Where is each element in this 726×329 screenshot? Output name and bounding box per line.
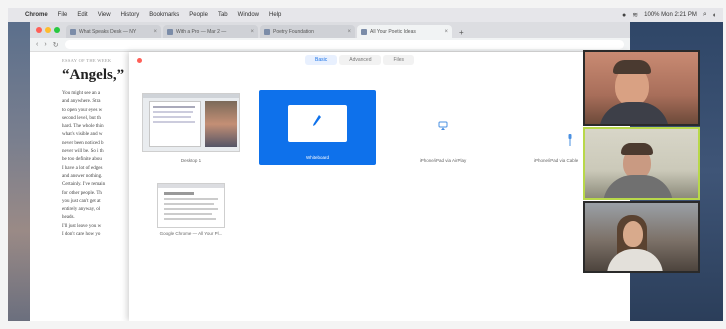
menu-file[interactable]: File — [53, 12, 73, 18]
tab-basic[interactable]: Basic — [305, 55, 338, 65]
participant-hair — [621, 143, 653, 155]
share-option-label: Whiteboard — [305, 155, 329, 160]
close-tab-icon[interactable]: × — [153, 29, 157, 35]
mac-menubar: Chrome File Edit View History Bookmarks … — [8, 8, 723, 22]
favicon-icon — [361, 28, 367, 35]
favicon-icon — [70, 28, 76, 35]
menubar-status-text[interactable]: 100% Mon 2:21 PM — [644, 12, 697, 18]
participant-video-3[interactable] — [583, 201, 700, 273]
search-icon[interactable]: ⌕ — [703, 11, 707, 19]
share-option-label: Desktop 1 — [180, 158, 202, 163]
tab-title: What Speaks Desk — NY — [79, 28, 137, 35]
desktop-thumbnail — [142, 93, 240, 152]
cable-icon — [567, 133, 573, 146]
desktop-screen: Chrome File Edit View History Bookmarks … — [8, 8, 723, 321]
browser-toolbar: ‹ › ↻ — [30, 38, 630, 52]
participant-cap — [613, 60, 651, 74]
reload-icon[interactable]: ↻ — [53, 41, 59, 49]
browser-window: What Speaks Desk — NY × With a Pro — Mar… — [30, 22, 630, 321]
share-tabs: Basic Advanced Files — [305, 55, 415, 65]
forward-icon[interactable]: › — [44, 41, 46, 48]
wifi-icon[interactable]: ≋ — [632, 11, 638, 19]
control-center-icon[interactable]: ◐ — [713, 12, 717, 19]
chrome-window-thumbnail — [157, 183, 225, 228]
new-tab-icon[interactable]: + — [454, 28, 469, 38]
menu-view[interactable]: View — [93, 12, 116, 18]
tab-title: With a Pro — Mar 2 — — [176, 28, 227, 35]
pen-icon — [312, 114, 322, 128]
participant-shoulders — [607, 249, 663, 271]
close-tab-icon[interactable]: × — [444, 29, 448, 35]
close-window-button[interactable] — [36, 27, 42, 33]
recording-frame: Chrome File Edit View History Bookmarks … — [0, 0, 726, 329]
tab-advanced[interactable]: Advanced — [339, 55, 382, 65]
tab-strip: What Speaks Desk — NY × With a Pro — Mar… — [30, 22, 630, 38]
share-option-label: iPhone/iPad via AirPlay — [419, 158, 467, 163]
browser-tab[interactable]: With a Pro — Mar 2 — × — [163, 25, 258, 38]
menubar-status-area: ● ≋ 100% Mon 2:21 PM ⌕ ◐ — [622, 11, 723, 19]
menu-edit[interactable]: Edit — [72, 12, 92, 18]
menu-history[interactable]: History — [116, 12, 145, 18]
participant-shoulders — [603, 175, 673, 198]
close-tab-icon[interactable]: × — [250, 29, 254, 35]
airplay-icon — [438, 118, 448, 130]
address-bar[interactable] — [64, 40, 624, 49]
dialog-close-button[interactable] — [137, 58, 142, 63]
share-option-label: Google Chrome — All Your Pl... — [159, 231, 223, 236]
tab-files[interactable]: Files — [383, 55, 415, 65]
back-icon[interactable]: ‹ — [36, 41, 38, 48]
menu-chrome[interactable]: Chrome — [20, 12, 53, 18]
minimize-window-button[interactable] — [45, 27, 51, 33]
desktop-wallpaper-left — [8, 22, 30, 321]
menu-bookmarks[interactable]: Bookmarks — [144, 12, 184, 18]
participant-face — [623, 221, 643, 247]
menu-window[interactable]: Window — [233, 12, 264, 18]
menu-people[interactable]: People — [184, 12, 213, 18]
favicon-icon — [264, 28, 270, 35]
window-controls — [34, 22, 66, 38]
browser-tab-active[interactable]: All Your Poetic Ideas × — [357, 25, 452, 38]
share-screen-dialog: Basic Advanced Files Desktop 1 Whiteboar… — [129, 52, 630, 321]
browser-tab[interactable]: Poetry Foundation × — [260, 25, 355, 38]
participant-video-2[interactable] — [583, 127, 700, 200]
browser-tab[interactable]: What Speaks Desk — NY × — [66, 25, 161, 38]
record-icon[interactable]: ● — [622, 12, 626, 19]
tab-title: Poetry Foundation — [273, 28, 314, 35]
zoom-window-button[interactable] — [54, 27, 60, 33]
menu-tab[interactable]: Tab — [213, 12, 233, 18]
participant-shoulders — [599, 102, 669, 124]
tab-title: All Your Poetic Ideas — [370, 28, 416, 35]
favicon-icon — [167, 28, 173, 35]
menu-help[interactable]: Help — [264, 12, 286, 18]
participant-video-1[interactable] — [583, 50, 700, 126]
close-tab-icon[interactable]: × — [347, 29, 351, 35]
